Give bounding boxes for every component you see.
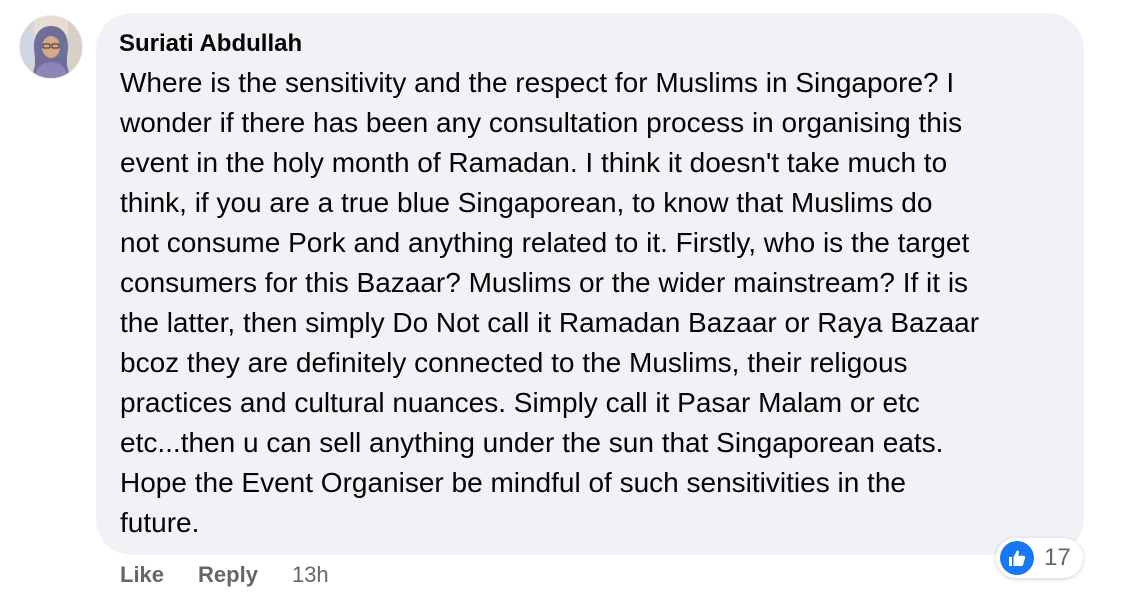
reply-button[interactable]: Reply (198, 560, 258, 590)
comment-text: Where is the sensitivity and the respect… (120, 63, 1060, 543)
like-button[interactable]: Like (120, 560, 164, 590)
comment-text-line: not consume Pork and anything related to… (120, 227, 970, 258)
comment-text-line: etc...then u can sell anything under the… (120, 427, 944, 458)
comment-text-line: wonder if there has been any consultatio… (120, 107, 963, 138)
reaction-summary[interactable]: 17 (996, 538, 1083, 578)
comment-text-line: bcoz they are definitely connected to th… (120, 347, 908, 378)
comment-text-line: consumers for this Bazaar? Muslims or th… (120, 267, 969, 298)
comment-text-line: practices and cultural nuances. Simply c… (120, 387, 920, 418)
reaction-count: 17 (1044, 544, 1071, 571)
comment-text-line: Hope the Event Organiser be mindful of s… (120, 467, 906, 498)
comment-timestamp[interactable]: 13h (292, 560, 329, 590)
comment-text-line: future. (120, 507, 200, 538)
comment-text-line: the latter, then simply Do Not call it R… (120, 307, 980, 338)
thumbs-up-icon (1000, 541, 1034, 575)
comment-bubble: Suriati Abdullah Where is the sensitivit… (96, 13, 1084, 555)
comment-text-line: think, if you are a true blue Singaporea… (120, 187, 933, 218)
avatar[interactable] (20, 16, 82, 78)
comment-text-line: event in the holy month of Ramadan. I th… (120, 147, 948, 178)
comment: Suriati Abdullah Where is the sensitivit… (0, 0, 1122, 598)
comment-text-line: Where is the sensitivity and the respect… (120, 67, 955, 98)
comment-actions: Like Reply 13h (120, 560, 329, 590)
comment-author[interactable]: Suriati Abdullah (119, 29, 1060, 59)
profile-photo-icon (20, 16, 82, 78)
